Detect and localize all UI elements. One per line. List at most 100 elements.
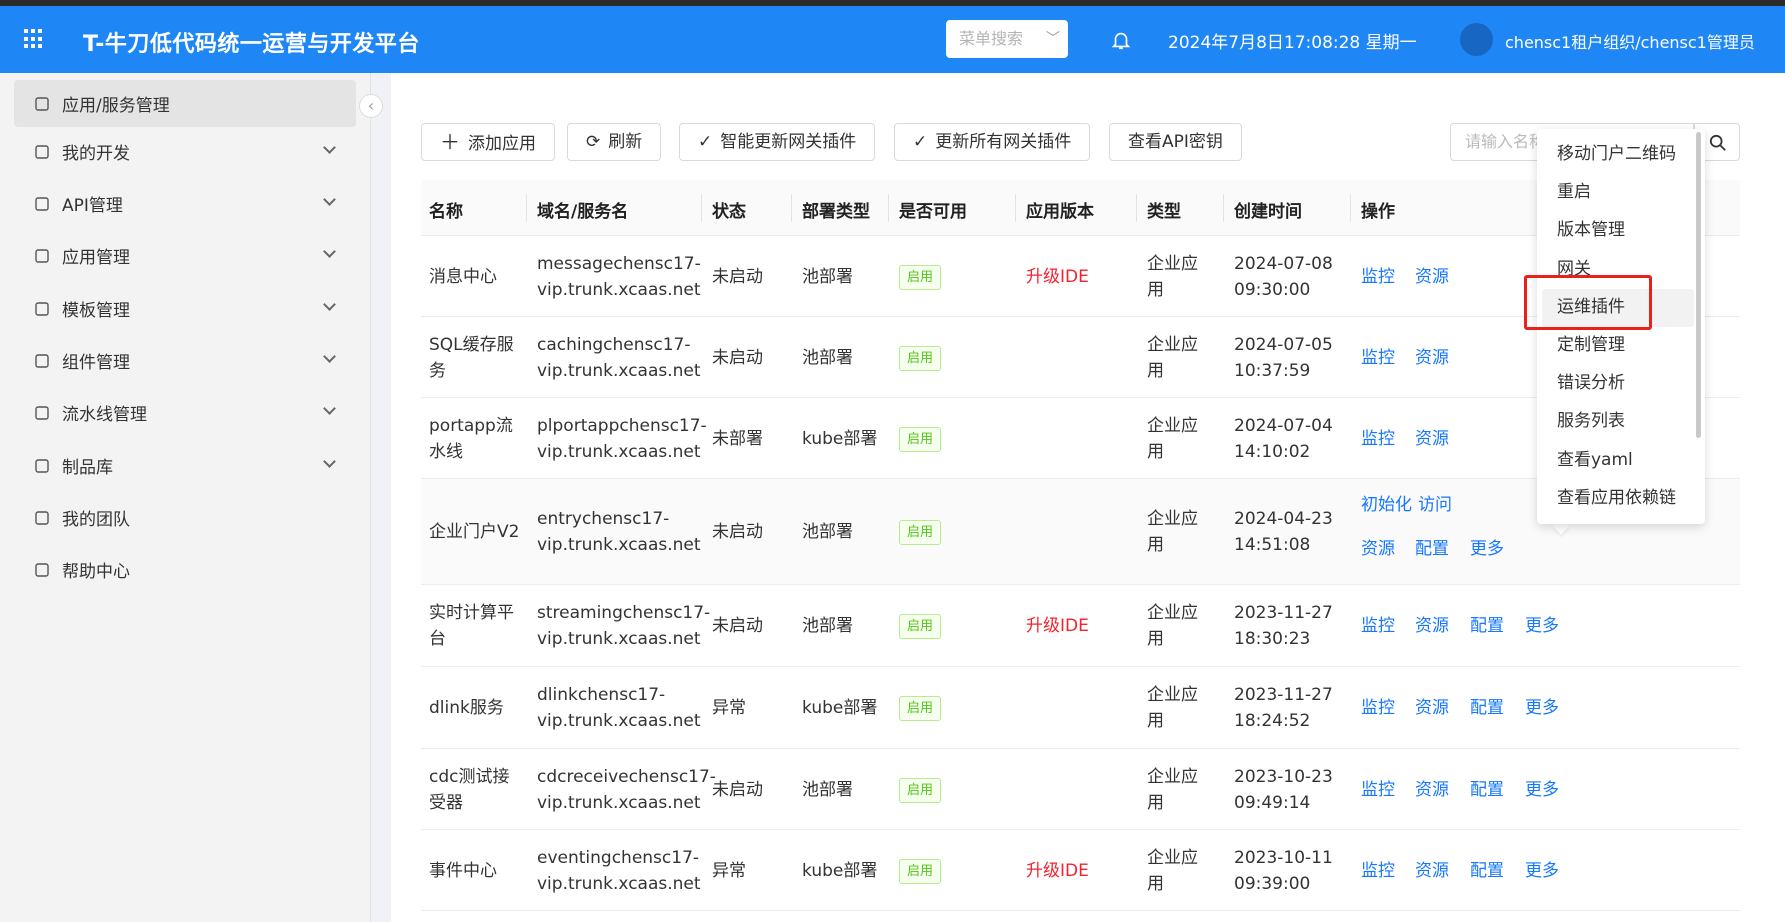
- created-time: 18:24:52: [1234, 711, 1311, 731]
- created-time: 10:37:59: [1234, 360, 1311, 381]
- smart-update-gateway-button[interactable]: ✓ 智能更新网关插件: [679, 123, 876, 161]
- dropdown-item[interactable]: 服务列表: [1557, 403, 1625, 439]
- column-header: 应用版本: [1026, 202, 1094, 222]
- bell-icon[interactable]: [1110, 28, 1132, 52]
- column-header: 域名/服务名: [537, 202, 629, 222]
- op-link-3[interactable]: 更多: [1525, 777, 1559, 803]
- status-badge: 启用: [899, 426, 942, 452]
- component-icon: [34, 353, 50, 369]
- deploy-type: kube部署: [802, 698, 878, 718]
- deploy-type: 池部署: [802, 522, 853, 542]
- op-link-0[interactable]: 监控: [1361, 426, 1395, 452]
- created-time: 14:51:08: [1234, 535, 1311, 555]
- op-link-1[interactable]: 资源: [1415, 695, 1449, 721]
- apps-grid-icon[interactable]: [24, 29, 44, 49]
- sidebar-item-1[interactable]: 我的开发: [14, 128, 356, 175]
- app-name: SQL缓存服: [429, 334, 514, 355]
- table-row: dlink服务 dlinkchensc17- vip.trunk.xcaas.net…: [421, 667, 1740, 749]
- op-link-3[interactable]: 更多: [1525, 858, 1559, 884]
- op-link-1[interactable]: 资源: [1415, 426, 1449, 452]
- op-link-1[interactable]: 资源: [1415, 777, 1449, 803]
- dropdown-item[interactable]: 查看yaml: [1557, 442, 1633, 478]
- sidebar-item-7[interactable]: 制品库: [14, 442, 356, 489]
- upgrade-ide-link[interactable]: 升级IDE: [1026, 264, 1089, 290]
- op-link-0[interactable]: 监控: [1361, 695, 1395, 721]
- op-link-3[interactable]: 更多: [1525, 695, 1559, 721]
- op-link-3[interactable]: 配置: [1415, 536, 1449, 562]
- domain-name: plportappchensc17-: [537, 415, 707, 436]
- avatar[interactable]: [1460, 23, 1493, 56]
- sidebar-item-9[interactable]: 帮助中心: [14, 546, 356, 593]
- view-api-key-button[interactable]: 查看API密钥: [1109, 123, 1242, 161]
- dropdown-item[interactable]: 重启: [1557, 174, 1591, 210]
- op-link-0[interactable]: 初始化: [1361, 492, 1412, 518]
- op-link-1[interactable]: 资源: [1415, 345, 1449, 371]
- app-type: 用: [1147, 535, 1164, 555]
- app-name: dlink服务: [429, 698, 504, 718]
- status-badge: 启用: [899, 614, 942, 639]
- sidebar-item-2[interactable]: API管理: [14, 180, 356, 227]
- dropdown-item[interactable]: 定制管理: [1557, 327, 1625, 363]
- check-icon: ✓: [698, 132, 713, 152]
- deploy-type: 池部署: [802, 779, 853, 800]
- refresh-icon: ⟳: [586, 132, 601, 152]
- op-link-2[interactable]: 配置: [1470, 858, 1504, 884]
- upgrade-ide-link[interactable]: 升级IDE: [1026, 613, 1089, 639]
- sidebar-item-label: 模板管理: [62, 301, 130, 321]
- op-link-2[interactable]: 配置: [1470, 613, 1504, 639]
- sidebar: 应用/服务管理 我的开发 API管理应用管理模板管理组件管理流水线管理制品库我的团队…: [0, 73, 371, 922]
- status-badge: 启用: [899, 520, 942, 545]
- collapse-sidebar-button[interactable]: ‹: [359, 94, 383, 118]
- sidebar-item-5[interactable]: 组件管理: [14, 337, 356, 384]
- add-app-button[interactable]: ＋ 添加应用: [421, 123, 555, 161]
- dropdown-item[interactable]: 移动门户二维码: [1557, 136, 1676, 172]
- op-link-0[interactable]: 监控: [1361, 777, 1395, 803]
- domain-name: vip.trunk.xcaas.net: [537, 535, 701, 555]
- column-divider: [526, 194, 527, 222]
- grid-icon: [34, 248, 50, 264]
- upgrade-ide-link[interactable]: 升级IDE: [1026, 858, 1089, 884]
- refresh-button[interactable]: ⟳ 刷新: [567, 123, 662, 161]
- update-all-gateway-button[interactable]: ✓ 更新所有网关插件: [894, 123, 1091, 161]
- op-link-3[interactable]: 更多: [1525, 613, 1559, 639]
- status-text: 未启动: [712, 522, 763, 542]
- app-type: 企业应: [1147, 334, 1198, 355]
- smart-update-label: 智能更新网关插件: [720, 132, 857, 152]
- chevron-down-icon: [323, 141, 336, 154]
- dropdown-item[interactable]: 查看应用依赖链: [1557, 480, 1676, 516]
- menu-search-select[interactable]: 菜单搜索 ﹀: [946, 20, 1068, 58]
- op-link-0[interactable]: 监控: [1361, 858, 1395, 884]
- op-link-0[interactable]: 监控: [1361, 345, 1395, 371]
- chevron-down-icon: ﹀: [1046, 31, 1060, 47]
- op-link-2[interactable]: 配置: [1470, 695, 1504, 721]
- op-link-1[interactable]: 资源: [1415, 858, 1449, 884]
- op-link-1[interactable]: 访问: [1418, 492, 1452, 518]
- op-link-0[interactable]: 监控: [1361, 264, 1395, 290]
- status-text: 未启动: [712, 347, 763, 368]
- column-header: 是否可用: [899, 202, 967, 222]
- dropdown-item[interactable]: 版本管理: [1557, 212, 1625, 248]
- user-name[interactable]: chensc1租户组织/chensc1管理员: [1505, 29, 1755, 53]
- folder-icon: [34, 405, 50, 421]
- sidebar-item-6[interactable]: 流水线管理: [14, 389, 356, 436]
- column-divider: [791, 194, 792, 222]
- app-type: 用: [1147, 711, 1164, 731]
- domain-name: vip.trunk.xcaas.net: [537, 279, 701, 300]
- domain-name: streamingchensc17-: [537, 603, 711, 623]
- op-link-1[interactable]: 资源: [1415, 613, 1449, 639]
- op-link-1[interactable]: 资源: [1415, 264, 1449, 290]
- add-app-label: 添加应用: [468, 134, 536, 154]
- sidebar-item-3[interactable]: 应用管理: [14, 232, 356, 279]
- op-link-4[interactable]: 更多: [1470, 536, 1504, 562]
- sidebar-item-0[interactable]: 应用/服务管理: [14, 80, 356, 127]
- dropdown-item[interactable]: 错误分析: [1557, 365, 1625, 401]
- op-link-0[interactable]: 监控: [1361, 613, 1395, 639]
- sidebar-item-4[interactable]: 模板管理: [14, 285, 356, 332]
- dropdown-scrollbar[interactable]: [1696, 132, 1701, 438]
- domain-name: cdcreceivechensc17-: [537, 766, 716, 787]
- app-name: 消息中心: [429, 266, 497, 287]
- op-link-2[interactable]: 配置: [1470, 777, 1504, 803]
- op-link-2[interactable]: 资源: [1361, 536, 1395, 562]
- sidebar-item-8[interactable]: 我的团队: [14, 494, 356, 541]
- deploy-type: kube部署: [802, 860, 878, 881]
